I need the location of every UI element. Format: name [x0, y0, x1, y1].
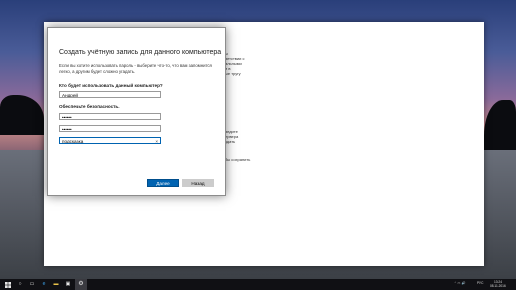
palm-silhouette-left	[0, 95, 44, 135]
settings-app-icon[interactable]: ⚙	[75, 279, 87, 290]
language-indicator[interactable]: РУС	[477, 281, 483, 285]
who-label: Кто будет использовать данный компьютер?	[59, 83, 163, 88]
tray-icons[interactable]: ⌃ ▭ 🔊	[454, 281, 465, 285]
password-field[interactable]: ••••••	[59, 113, 161, 120]
clear-icon[interactable]: ×	[155, 138, 158, 143]
task-view-icon[interactable]: ▭	[27, 279, 37, 290]
edge-icon[interactable]: e	[39, 279, 49, 290]
explorer-icon[interactable]: ▬	[51, 279, 61, 290]
hint-field[interactable]: подсказка ×	[59, 137, 161, 144]
create-account-dialog: Создать учётную запись для данного компь…	[47, 27, 226, 196]
next-button[interactable]: Далее	[147, 179, 179, 187]
dialog-description: Если вы хотите использовать пароль - выб…	[59, 63, 212, 74]
store-icon[interactable]: ▣	[63, 279, 73, 290]
password-confirm-field[interactable]: ••••••	[59, 125, 161, 132]
back-button[interactable]: Назад	[182, 179, 214, 187]
hint-value: подсказка	[62, 139, 84, 144]
search-icon[interactable]: ○	[15, 279, 25, 290]
dialog-title: Создать учётную запись для данного компь…	[59, 49, 222, 56]
desktop-wallpaper: ы ветствии с альными и в ые тругу ведите…	[0, 0, 516, 290]
windows-logo-icon[interactable]	[3, 279, 13, 290]
bg-fragment: бы сохранить	[225, 157, 251, 162]
security-label: Обеспечьте безопасность.	[59, 104, 120, 109]
username-field[interactable]: Андрей	[59, 91, 161, 98]
taskbar: ○ ▭ e ▬ ▣ ⚙ ⌃ ▭ 🔊 РУС 13:24 08.11.2016	[0, 279, 516, 290]
bg-fragment: ые тругу	[225, 71, 241, 76]
bg-fragment: здать	[225, 139, 236, 144]
clock-date[interactable]: 08.11.2016	[490, 284, 506, 288]
